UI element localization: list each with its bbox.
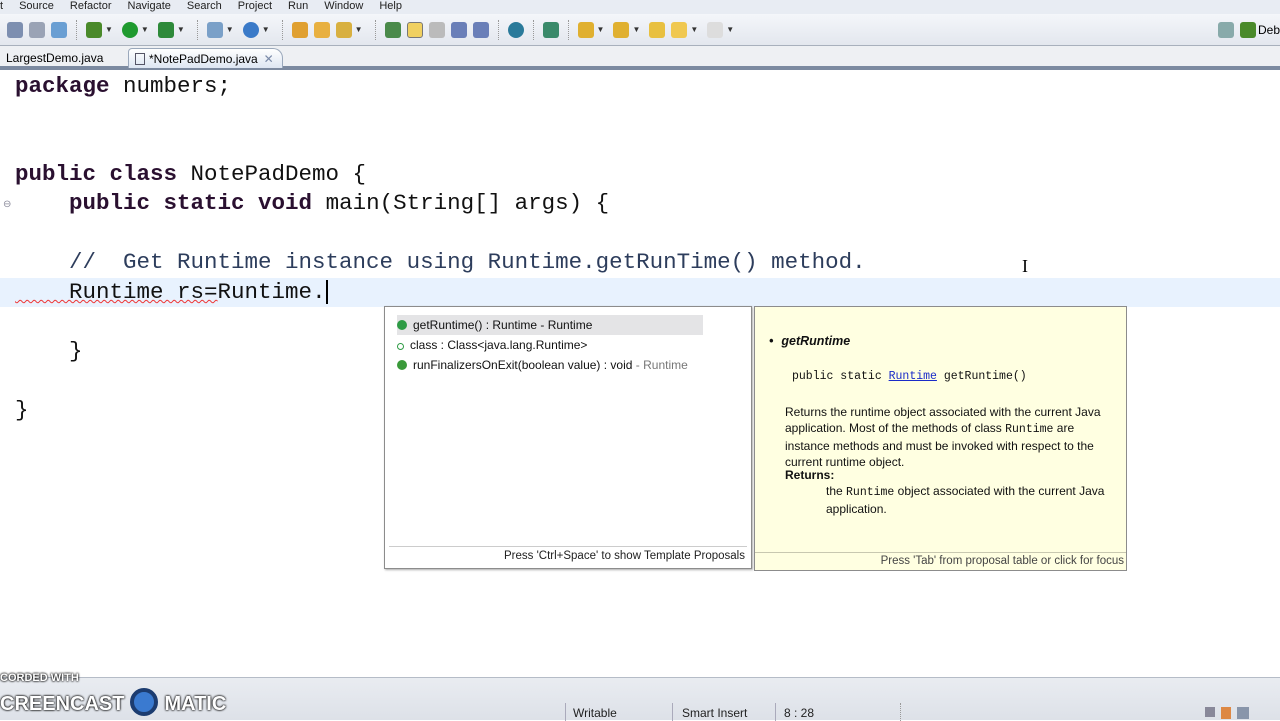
close-icon[interactable]: ✕ [264,49,274,69]
content-assist-popup: getRuntime() : Runtime - Runtime class :… [384,306,752,569]
code-line-8: Runtime rs=Runtime. [15,279,328,305]
block-selection-icon[interactable] [428,21,445,38]
focus-hint: Press 'Tab' from proposal table or click… [755,552,1126,570]
separator [196,19,198,40]
menu-window[interactable]: Window [324,0,363,12]
code-line-5: public static void main(String[] args) { [15,190,610,216]
static-method-icon [397,320,407,330]
new-class-icon[interactable] [242,21,259,38]
deprecated-method-icon [397,360,407,370]
debug-icon[interactable] [86,21,102,38]
chevron-down-icon[interactable]: ▼ [597,25,605,34]
globe-icon[interactable] [507,21,524,38]
proposal-item[interactable]: runFinalizersOnExit(boolean value) : voi… [397,355,688,375]
separator [281,19,283,40]
chevron-down-icon[interactable]: ▼ [690,25,698,34]
screencast-logo-icon [130,688,159,716]
run-icon[interactable] [121,21,138,38]
separator [497,19,499,40]
editor-tabs: LargestDemo.java *NotePadDemo.java ✕ [0,46,1280,70]
code-line-7-comment: // Get Runtime instance using Runtime.ge… [15,249,866,275]
code-line-4: public class NotePadDemo { [15,161,367,187]
status-icons [1205,707,1265,719]
open-type-icon[interactable] [291,21,308,38]
status-writable: Writable [573,706,617,720]
chevron-down-icon[interactable]: ▼ [355,25,363,34]
perspective-debug[interactable]: Deb [1258,23,1280,37]
status-insert-mode: Smart Insert [682,706,748,720]
next-annotation-icon[interactable] [577,21,594,38]
chevron-down-icon[interactable]: ▼ [262,25,270,34]
tab-largestdemo[interactable]: LargestDemo.java [0,48,109,68]
menu-refactor[interactable]: Refactor [70,0,112,12]
previous-annotation-icon[interactable] [613,21,630,38]
toolbar: ▼ ▼ ▼ ▼ ▼ ▼ ▼ ▼ ▼ ▼ Deb [0,14,1280,46]
new-java-project-icon[interactable] [206,21,223,38]
proposal-item[interactable]: class : Class<java.lang.Runtime> [397,335,587,355]
show-whitespace-icon[interactable] [450,21,467,38]
mark-occurrences-icon[interactable] [406,21,423,38]
external-tools-icon[interactable] [157,21,174,38]
javadoc-popup[interactable]: • getRuntime public static Runtime getRun… [754,306,1127,571]
last-edit-icon[interactable] [649,21,666,38]
text-caret [325,280,328,305]
menu-run[interactable]: Run [288,0,308,12]
java-file-icon [135,53,145,65]
menu-edit[interactable]: t [0,0,3,12]
task-icon[interactable] [1221,707,1231,719]
save-all-icon[interactable] [29,21,45,38]
print-icon[interactable] [51,21,67,38]
separator [374,19,376,40]
code-line-10: } [15,338,83,364]
static-field-icon [397,343,404,350]
status-cursor-position: 8 : 28 [784,706,815,720]
minimize-icon[interactable] [1205,707,1215,717]
menu-source[interactable]: Source [19,0,54,12]
paragraph-icon[interactable] [472,21,489,38]
open-perspective-icon[interactable] [1217,21,1234,38]
chevron-down-icon[interactable]: ▼ [226,25,234,34]
returns-label: Returns: [785,468,835,482]
code-line-1: package numbers; [15,73,232,99]
debug-perspective-icon[interactable] [1239,21,1256,38]
doc-title: • getRuntime [769,334,851,348]
text-cursor-icon: I [1022,256,1028,276]
doc-description: Returns the runtime object associated wi… [785,405,1101,469]
menu-project[interactable]: Project [238,0,272,12]
menu-search[interactable]: Search [187,0,222,12]
separator [532,19,534,40]
menu-navigate[interactable]: Navigate [128,0,171,12]
proposal-item[interactable]: getRuntime() : Runtime - Runtime [397,315,703,335]
chevron-down-icon[interactable]: ▼ [632,25,640,34]
screencast-watermark: CORDED WITH CREENCAST MATIC [0,672,227,716]
tab-label: *NotePadDemo.java [149,52,258,66]
returns-description: the Runtime object associated with the c… [826,484,1105,516]
template-proposals-hint: Press 'Ctrl+Space' to show Template Prop… [389,546,747,564]
separator [567,19,569,40]
code-line-12: } [15,397,29,423]
menu-bar: t Source Refactor Navigate Search Project Run W… [0,0,1280,14]
chevron-down-icon[interactable]: ▼ [726,25,734,34]
chevron-down-icon[interactable]: ▼ [141,25,149,34]
runtime-link[interactable]: Runtime [889,370,937,383]
chevron-down-icon[interactable]: ▼ [105,25,113,34]
open-folder-icon[interactable] [313,21,330,38]
console-icon[interactable] [1237,707,1249,719]
perspective-icon[interactable] [542,21,559,38]
forward-icon[interactable] [707,21,724,38]
back-icon[interactable] [671,21,688,38]
menu-help[interactable]: Help [379,0,402,12]
doc-signature: public static Runtime getRuntime() [792,370,1027,383]
separator [76,19,77,40]
save-icon[interactable] [7,21,23,38]
tab-notepaddemo[interactable]: *NotePadDemo.java ✕ [128,48,283,68]
chevron-down-icon[interactable]: ▼ [177,25,185,34]
toggle-breadcrumb-icon[interactable] [384,21,401,38]
search-icon[interactable] [335,21,352,38]
fold-icon[interactable]: ⊖ [3,199,11,211]
